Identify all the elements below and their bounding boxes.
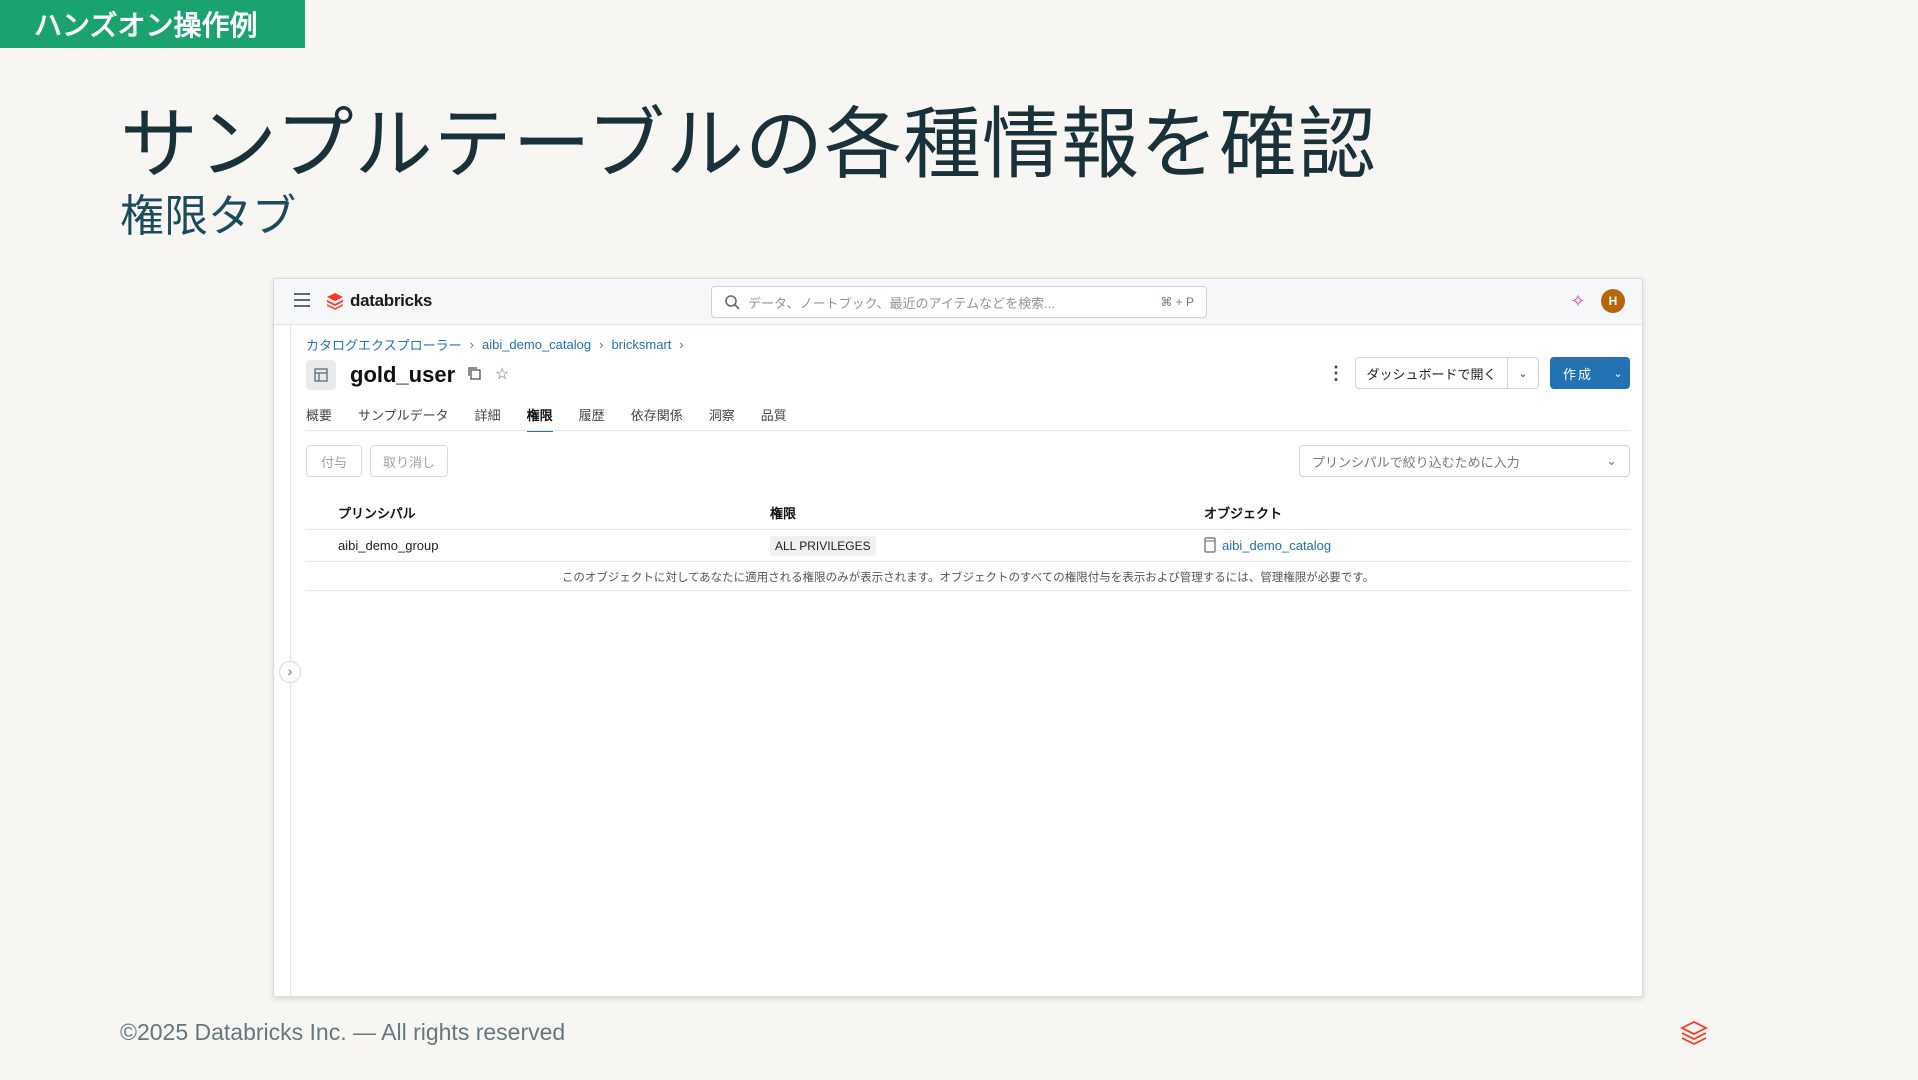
- top-bar: databricks データ、ノートブック、最近のアイテムなどを検索... ⌘ …: [274, 279, 1642, 325]
- divider: [306, 561, 1630, 562]
- tab-details[interactable]: 詳細: [475, 405, 501, 429]
- grant-button[interactable]: 付与: [306, 445, 362, 477]
- table-icon: [306, 360, 336, 390]
- tab-sample-data[interactable]: サンプルデータ: [358, 405, 449, 429]
- create-label: 作成: [1562, 366, 1593, 382]
- catalog-icon: [1204, 537, 1216, 553]
- menu-icon[interactable]: [294, 293, 310, 307]
- chevron-right-icon: ›: [599, 337, 604, 352]
- tab-quality[interactable]: 品質: [761, 405, 787, 429]
- object-link[interactable]: aibi_demo_catalog: [1204, 537, 1331, 553]
- privilege-tag: ALL PRIVILEGES: [770, 536, 876, 556]
- brand-name: databricks: [350, 291, 433, 310]
- divider: [306, 430, 1630, 431]
- chevron-right-icon: ›: [679, 337, 684, 352]
- chevron-down-icon[interactable]: ⌄: [1508, 358, 1538, 388]
- breadcrumb-schema[interactable]: bricksmart: [611, 337, 671, 352]
- brand-logo[interactable]: databricks: [326, 291, 432, 311]
- divider: [306, 590, 1630, 591]
- open-dashboard-label: ダッシュボードで開く: [1356, 358, 1508, 388]
- sidebar-expand-button[interactable]: ›: [279, 661, 301, 683]
- permissions-note: このオブジェクトに対してあなたに適用される権限のみが表示されます。オブジェクトの…: [561, 572, 1375, 584]
- principal-cell: aibi_demo_group: [338, 538, 439, 553]
- page-title: gold_user: [350, 362, 456, 387]
- assistant-sparkle-icon[interactable]: ✧: [1568, 291, 1588, 311]
- page-title-row: gold_user ☆: [306, 359, 511, 391]
- chevron-right-icon: ›: [469, 337, 474, 352]
- copy-icon[interactable]: [465, 366, 483, 384]
- tab-history[interactable]: 履歴: [579, 405, 605, 429]
- slide-title: サンプルテーブルの各種情報を確認: [120, 100, 1377, 190]
- create-button[interactable]: 作成 ⌄: [1550, 357, 1630, 389]
- column-header-privilege[interactable]: 権限: [770, 503, 796, 522]
- chevron-down-icon[interactable]: ⌄: [1606, 367, 1630, 380]
- slide-subtitle: 権限タブ: [120, 191, 296, 242]
- databricks-logo-icon: [1680, 1020, 1708, 1046]
- global-search[interactable]: データ、ノートブック、最近のアイテムなどを検索... ⌘ + P: [711, 286, 1207, 318]
- search-placeholder: データ、ノートブック、最近のアイテムなどを検索...: [748, 295, 1055, 311]
- chevron-down-icon: ⌄: [1606, 453, 1617, 468]
- column-header-principal[interactable]: プリンシパル: [338, 503, 416, 522]
- breadcrumb: カタログエクスプローラー › aibi_demo_catalog › brick…: [306, 335, 684, 354]
- star-icon[interactable]: ☆: [493, 366, 511, 384]
- section-badge: ハンズオン操作例: [0, 0, 305, 48]
- tab-bar: 概要 サンプルデータ 詳細 権限 履歴 依存関係 洞察 品質: [306, 405, 787, 432]
- databricks-logo-icon: [327, 293, 343, 310]
- object-name: aibi_demo_catalog: [1222, 537, 1332, 553]
- breadcrumb-catalog-explorer[interactable]: カタログエクスプローラー: [306, 335, 462, 354]
- more-options-icon[interactable]: ⋮: [1326, 361, 1346, 385]
- column-header-object[interactable]: オブジェクト: [1204, 503, 1282, 522]
- principal-filter-select[interactable]: プリンシパルで絞り込むために入力 ⌄: [1299, 445, 1630, 477]
- tab-overview[interactable]: 概要: [306, 405, 332, 429]
- tab-insights[interactable]: 洞察: [709, 405, 735, 429]
- open-dashboard-button[interactable]: ダッシュボードで開く ⌄: [1355, 357, 1539, 389]
- search-icon: [725, 295, 740, 310]
- divider: [306, 529, 1630, 530]
- footer-copyright: ©2025 Databricks Inc. — All rights reser…: [120, 1019, 566, 1045]
- tab-lineage[interactable]: 依存関係: [631, 405, 683, 429]
- revoke-button[interactable]: 取り消し: [370, 445, 448, 477]
- tab-permissions[interactable]: 権限: [526, 405, 553, 432]
- databricks-window: databricks データ、ノートブック、最近のアイテムなどを検索... ⌘ …: [273, 278, 1643, 997]
- search-shortcut: ⌘ + P: [1160, 295, 1194, 309]
- filter-placeholder: プリンシパルで絞り込むために入力: [1312, 454, 1520, 470]
- breadcrumb-catalog[interactable]: aibi_demo_catalog: [482, 337, 591, 352]
- user-avatar[interactable]: H: [1601, 289, 1625, 313]
